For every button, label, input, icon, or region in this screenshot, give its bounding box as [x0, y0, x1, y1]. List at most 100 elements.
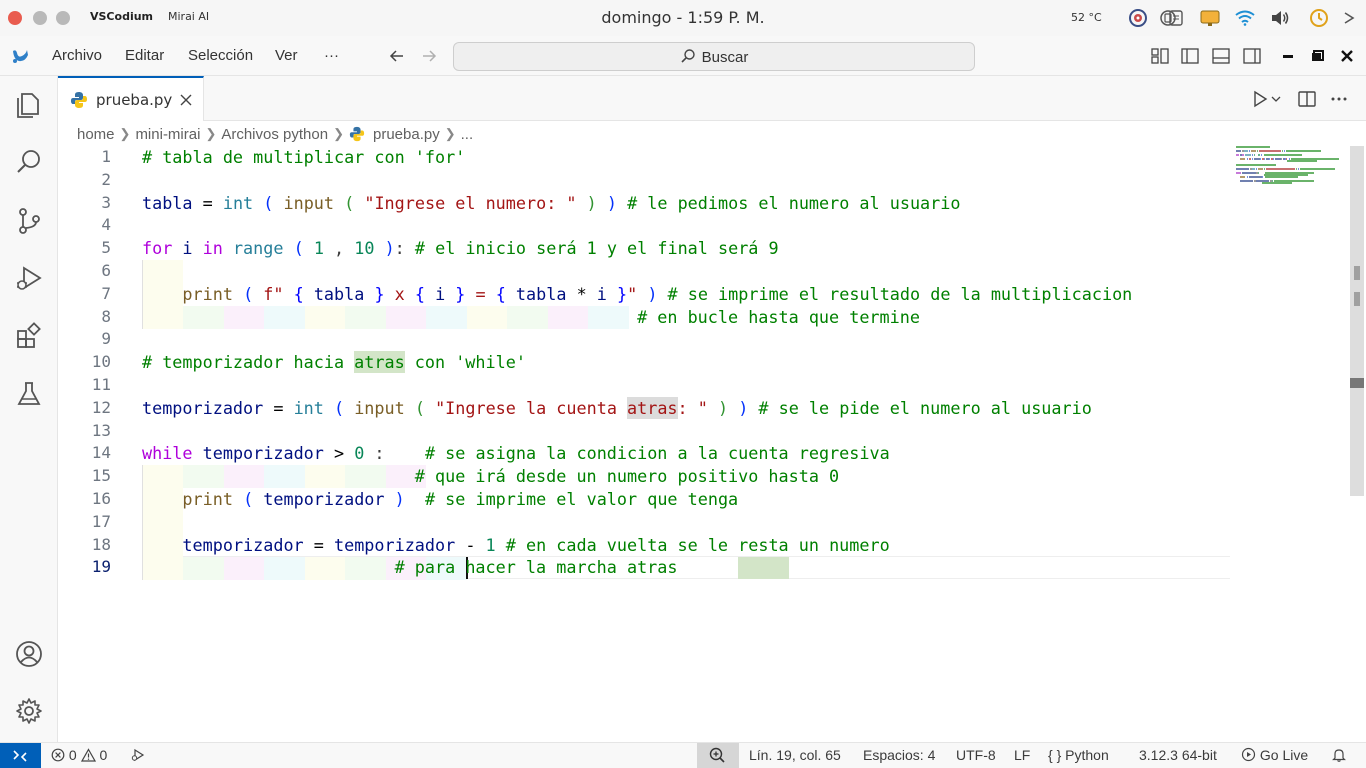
breadcrumb-home[interactable]: home: [77, 126, 115, 143]
python-interpreter[interactable]: 3.12.3 64-bit: [1139, 747, 1217, 763]
window-close-icon[interactable]: [1337, 46, 1357, 66]
minimap-token: [1264, 158, 1266, 160]
line-number: 15: [91, 466, 111, 486]
minimap-token: [1242, 172, 1256, 174]
notifications-bell-icon[interactable]: [1331, 747, 1347, 766]
system-monitor-icon[interactable]: [1128, 8, 1148, 28]
code-line[interactable]: # que irá desde un numero positivo hasta…: [142, 465, 839, 488]
minimap-token: [1246, 176, 1248, 178]
warning-icon: [80, 748, 96, 762]
indentation-setting[interactable]: Espacios: 4: [863, 747, 935, 763]
code-line[interactable]: temporizador = int ( input ( "Ingrese la…: [142, 397, 1092, 420]
code-line[interactable]: # en bucle hasta que termine: [142, 306, 920, 329]
minimap-token: [1251, 168, 1255, 170]
menu-seleccion[interactable]: Selección: [188, 47, 253, 64]
extensions-icon[interactable]: [13, 321, 45, 353]
minimap[interactable]: [1236, 146, 1350, 186]
run-python-file-icon[interactable]: [1250, 89, 1270, 109]
code-line[interactable]: temporizador = temporizador - 1 # en cad…: [142, 534, 889, 557]
forward-arrow-icon[interactable]: [419, 46, 439, 66]
line-number: 6: [101, 261, 111, 280]
code-line[interactable]: # tabla de multiplicar con 'for': [142, 146, 465, 169]
breadcrumb-symbols[interactable]: ...: [461, 126, 474, 143]
language-mode[interactable]: { } Python: [1048, 747, 1109, 763]
menu-archivo[interactable]: Archivo: [52, 47, 102, 64]
file-encoding[interactable]: UTF-8: [956, 747, 996, 763]
end-of-line[interactable]: LF: [1014, 747, 1030, 763]
minimap-token: [1258, 154, 1261, 156]
code-line[interactable]: # temporizador hacia atras con 'while': [142, 351, 526, 374]
menu-more[interactable]: ···: [324, 47, 339, 64]
cursor-position[interactable]: Lín. 19, col. 65: [749, 747, 841, 763]
line-number: 3: [101, 192, 111, 212]
zoom-indicator[interactable]: [697, 743, 739, 768]
split-editor-icon[interactable]: [1297, 89, 1317, 109]
clipboard-icon[interactable]: [1166, 8, 1186, 28]
breadcrumb-mini-mirai[interactable]: mini-mirai: [135, 126, 200, 143]
problems-indicator[interactable]: 0 0: [51, 747, 107, 763]
tab-close-icon[interactable]: [178, 92, 194, 108]
line-number: 1: [101, 147, 111, 166]
breadcrumb-archivos-python[interactable]: Archivos python: [221, 126, 328, 143]
go-live-label: Go Live: [1259, 747, 1309, 763]
window-maximize-icon[interactable]: [1308, 46, 1328, 66]
breadcrumb-file[interactable]: prueba.py: [373, 126, 440, 143]
toggle-primary-sidebar-icon[interactable]: [1180, 46, 1200, 66]
wifi-icon[interactable]: [1235, 8, 1255, 28]
minimap-token: [1248, 176, 1263, 178]
updates-icon[interactable]: [1309, 8, 1329, 28]
os-active-app-name[interactable]: VSCodium: [90, 10, 153, 23]
search-view-icon[interactable]: [13, 146, 45, 178]
minimap-token: [1244, 150, 1248, 152]
code-line[interactable]: print ( temporizador ) # se imprime el v…: [142, 488, 738, 511]
window-maximize-button[interactable]: [56, 11, 70, 25]
menu-editar[interactable]: Editar: [125, 47, 164, 64]
minimap-token: [1253, 154, 1255, 156]
python-file-icon: [349, 126, 365, 142]
window-close-button[interactable]: [8, 11, 22, 25]
line-number: 16: [91, 489, 111, 508]
menu-ver[interactable]: Ver: [275, 47, 298, 64]
tab-prueba-py[interactable]: prueba.py: [58, 76, 204, 121]
window-minimize-icon[interactable]: [1278, 46, 1298, 66]
source-control-icon[interactable]: [13, 205, 45, 237]
os-secondary-app-name[interactable]: Mirai AI: [168, 10, 209, 23]
testing-flask-icon[interactable]: [13, 378, 45, 410]
debug-run-icon[interactable]: [130, 747, 146, 766]
run-debug-icon[interactable]: [13, 263, 45, 295]
minimap-token: [1284, 150, 1286, 152]
go-live-button[interactable]: Go Live: [1241, 747, 1308, 763]
cpu-temperature[interactable]: 52 °C: [1071, 11, 1102, 24]
toggle-panel-icon[interactable]: [1211, 46, 1231, 66]
minimap-token: [1272, 158, 1274, 160]
show-desktop-icon[interactable]: [1339, 8, 1359, 28]
manage-gear-icon[interactable]: [13, 695, 45, 727]
customize-layout-icon[interactable]: [1150, 46, 1170, 66]
minimap-token: [1240, 180, 1253, 182]
code-line[interactable]: tabla = int ( input ( "Ingrese el numero…: [142, 192, 960, 215]
search-icon: [681, 49, 695, 63]
vscodium-logo-icon: [10, 46, 30, 66]
more-actions-icon[interactable]: [1329, 89, 1349, 109]
window-minimize-button[interactable]: [33, 11, 47, 25]
code-line[interactable]: for i in range ( 1 , 10 ): # el inicio s…: [142, 237, 779, 260]
minimap-token: [1258, 168, 1264, 170]
vertical-scrollbar[interactable]: [1350, 146, 1364, 496]
back-arrow-icon[interactable]: [387, 46, 407, 66]
remote-indicator-icon[interactable]: [0, 743, 41, 768]
toggle-secondary-sidebar-icon[interactable]: [1242, 46, 1262, 66]
explorer-icon[interactable]: [13, 88, 45, 120]
volume-icon[interactable]: [1270, 8, 1290, 28]
accounts-icon[interactable]: [13, 638, 45, 670]
zoom-in-icon: [709, 747, 725, 763]
code-line[interactable]: # para hacer la marcha atras: [142, 556, 678, 579]
code-line[interactable]: while temporizador > 0 : # se asigna la …: [142, 442, 890, 465]
scrollbar-cursor-marker: [1350, 378, 1364, 388]
run-options-chevron-icon[interactable]: [1270, 89, 1284, 109]
scrollbar-find-marker: [1354, 266, 1360, 280]
minimap-token: [1242, 154, 1245, 156]
minimap-token: [1266, 168, 1295, 170]
command-center-search[interactable]: Buscar: [453, 42, 975, 71]
display-icon[interactable]: [1200, 8, 1220, 28]
code-line[interactable]: print ( f" { tabla } x { i } = { tabla *…: [142, 283, 1132, 306]
